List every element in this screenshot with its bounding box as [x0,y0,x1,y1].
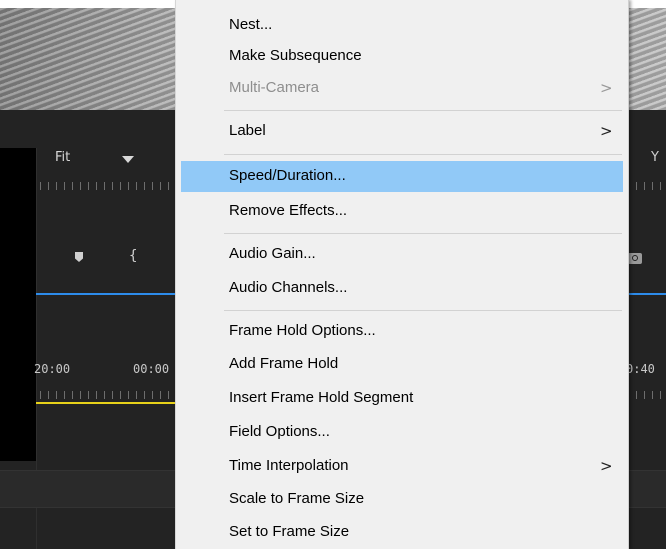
menu-item-label: Time Interpolation [229,457,349,474]
menu-item-label: Speed/Duration... [229,167,346,184]
dropdown-arrow-icon[interactable] [122,156,134,163]
context-menu: Nest... Make Subsequence Multi-Camera > … [175,0,629,549]
submenu-arrow-icon: > [600,79,613,97]
menu-separator [224,310,622,311]
menu-item-time-interpolation[interactable]: Time Interpolation > [181,452,623,481]
menu-item-set-to-frame-size[interactable]: Set to Frame Size [181,518,623,547]
right-edge-label: Y [651,150,659,165]
monitor-ruler [628,182,666,190]
menu-item-label: Scale to Frame Size [229,490,365,507]
menu-item-label: Audio Channels... [229,279,348,296]
menu-item-multi-camera: Multi-Camera > [181,74,623,103]
menu-item-label: Set to Frame Size [229,523,350,540]
timeline-ruler[interactable] [40,391,173,399]
menu-item-scale-to-frame-size[interactable]: Scale to Frame Size [181,485,623,514]
menu-item-add-frame-hold[interactable]: Add Frame Hold [181,350,623,379]
menu-separator [224,233,622,234]
menu-item-label-submenu[interactable]: Label > [181,117,623,146]
menu-separator [224,110,622,111]
menu-item-label: Frame Hold Options... [229,322,376,339]
menu-item-speed-duration[interactable]: Speed/Duration... [181,161,623,192]
timecode-tick: 20:00 [34,362,71,376]
menu-item-label: Add Frame Hold [229,355,339,372]
work-area-bar[interactable] [36,402,176,404]
panel-focus-line [628,293,666,295]
camera-icon[interactable] [628,253,642,264]
menu-item-audio-gain[interactable]: Audio Gain... [181,240,623,269]
menu-item-label: Make Subsequence [229,47,362,64]
menu-item-label: Remove Effects... [229,202,348,219]
submenu-arrow-icon: > [600,122,613,140]
menu-item-make-subsequence[interactable]: Make Subsequence [181,42,623,71]
timecode-tick: 00:00 [133,362,170,376]
menu-separator [224,154,622,155]
source-preview-black [0,148,36,461]
menu-item-label: Nest... [229,16,273,33]
panel-focus-line [36,293,176,295]
menu-item-field-options[interactable]: Field Options... [181,418,623,447]
menu-item-nest[interactable]: Nest... [181,11,623,40]
monitor-ruler [40,182,173,190]
menu-item-label: Label [229,122,266,139]
brace-icon[interactable]: { [129,248,137,264]
menu-item-label: Audio Gain... [229,245,316,262]
submenu-arrow-icon: > [600,457,613,475]
timeline-ruler[interactable] [628,391,666,399]
menu-item-insert-frame-hold-segment[interactable]: Insert Frame Hold Segment [181,384,623,413]
menu-item-frame-hold-options[interactable]: Frame Hold Options... [181,317,623,346]
menu-item-label: Field Options... [229,423,330,440]
menu-item-remove-effects[interactable]: Remove Effects... [181,197,623,226]
menu-item-label: Multi-Camera [229,79,320,96]
fit-dropdown[interactable]: Fit [55,150,70,165]
timecode-tick: 0:40 [626,362,655,376]
menu-item-label: Insert Frame Hold Segment [229,389,414,406]
menu-item-audio-channels[interactable]: Audio Channels... [181,274,623,303]
